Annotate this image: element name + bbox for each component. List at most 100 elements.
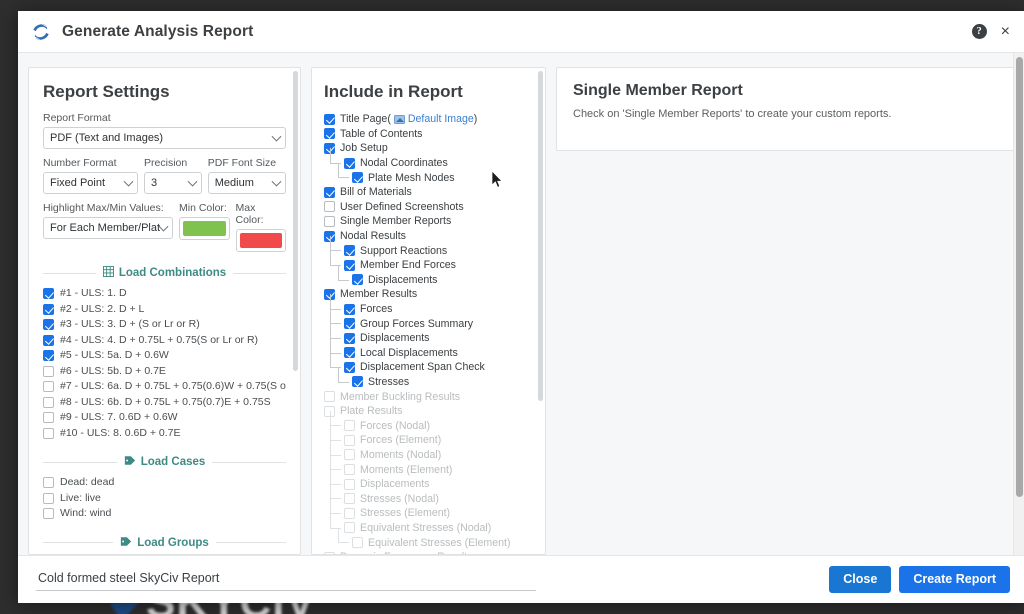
include-item-row[interactable]: User Defined Screenshots [324,200,533,215]
include-item-row[interactable]: Displacements [324,323,533,346]
include-item-row[interactable]: Displacements [324,265,533,288]
include-item-row[interactable]: Stresses [324,367,533,390]
include-item-checkbox[interactable] [344,347,355,359]
report-format-select[interactable]: PDF (Text and Images) [43,127,286,149]
tree-connector-icon [324,309,344,331]
scrollbar-thumb[interactable] [538,71,543,401]
default-image-link[interactable]: Default Image [408,113,474,125]
load-combination-checkbox[interactable] [43,303,54,315]
include-item-row[interactable]: Group Forces Summary [324,309,533,331]
dialog-header: Generate Analysis Report ? × [18,11,1024,53]
include-item-checkbox [344,493,355,505]
load-combination-label: #10 - ULS: 8. 0.6D + 0.7E [60,426,181,439]
load-combination-checkbox[interactable] [43,319,54,331]
divider [43,461,117,463]
report-settings-scrollbar[interactable] [293,71,298,551]
include-item-checkbox[interactable] [344,332,355,344]
include-item-checkbox[interactable] [324,215,335,227]
include-item-checkbox[interactable] [344,259,355,271]
highlight-select[interactable]: For Each Member/Plat [43,217,173,239]
include-item-row[interactable]: Member End Forces [324,250,533,273]
load-combinations-header: Load Combinations [43,266,286,280]
dialog-body-scrollbar-thumb[interactable] [1016,57,1023,497]
load-combination-checkbox[interactable] [43,334,54,346]
tree-connector-icon [324,338,344,361]
load-combination-checkbox[interactable] [43,427,54,439]
include-item-checkbox[interactable] [324,113,335,125]
include-in-report-scrollbar[interactable] [538,71,543,551]
paren-close: ) [473,113,478,126]
include-item-row[interactable]: Title Page ( Default Image ) [324,112,533,127]
include-item-checkbox[interactable] [344,157,355,169]
load-case-checkbox[interactable] [43,508,54,520]
load-combination-label: #5 - ULS: 5a. D + 0.6W [60,349,169,362]
load-combination-row[interactable]: #7 - ULS: 6a. D + 0.75L + 0.75(0.6)W + 0… [43,379,286,395]
include-item-checkbox[interactable] [324,186,335,198]
dialog-body-scrollbar[interactable] [1013,53,1024,555]
include-item-row[interactable]: Table of Contents [324,127,533,142]
load-case-row[interactable]: Wind: wind [43,506,286,522]
include-item-row[interactable]: Job Setup [324,141,533,156]
load-combination-checkbox[interactable] [43,381,54,393]
precision-select[interactable]: 3 [144,172,202,194]
load-combination-row[interactable]: #6 - ULS: 5b. D + 0.7E [43,364,286,380]
highlight-value: For Each Member/Plat [50,222,161,234]
include-item-checkbox[interactable] [344,318,355,330]
min-color-picker[interactable] [179,217,230,240]
include-item-checkbox[interactable] [352,376,363,388]
load-combination-checkbox[interactable] [43,365,54,377]
close-button[interactable]: × [1001,23,1010,40]
load-combination-row[interactable]: #3 - ULS: 3. D + (S or Lr or R) [43,317,286,333]
report-name-input[interactable] [36,568,536,591]
load-case-checkbox[interactable] [43,492,54,504]
include-item-row[interactable]: Single Member Reports [324,214,533,229]
include-item-label: Displacement Span Check [360,361,485,374]
load-combination-checkbox[interactable] [43,412,54,424]
include-item-row[interactable]: Member Results [324,287,533,302]
load-combination-checkbox[interactable] [43,288,54,300]
load-combination-row[interactable]: #8 - ULS: 6b. D + 0.75L + 0.75(0.7)E + 0… [43,395,286,411]
create-report-button[interactable]: Create Report [899,566,1010,593]
load-combination-row[interactable]: #5 - ULS: 5a. D + 0.6W [43,348,286,364]
include-item-checkbox[interactable] [324,201,335,213]
help-button[interactable]: ? [971,24,987,39]
load-case-label: Wind: wind [60,507,112,520]
scrollbar-thumb[interactable] [293,71,298,371]
include-item-checkbox[interactable] [344,361,355,373]
load-combination-row[interactable]: #9 - ULS: 7. 0.6D + 0.6W [43,410,286,426]
include-item-row[interactable]: Local Displacements [324,338,533,361]
max-color-picker[interactable] [235,229,286,252]
include-item-checkbox[interactable] [344,303,355,315]
include-item-row[interactable]: Nodal Results [324,229,533,244]
load-combination-row[interactable]: #4 - ULS: 4. D + 0.75L + 0.75(S or Lr or… [43,333,286,349]
include-item-checkbox [344,434,355,446]
load-combination-row[interactable]: #10 - ULS: 8. 0.6D + 0.7E [43,426,286,442]
include-item-checkbox [344,464,355,476]
load-case-row[interactable]: Live: live [43,491,286,507]
include-item-checkbox[interactable] [352,274,363,286]
load-case-checkbox[interactable] [43,477,54,489]
include-item-row[interactable]: Nodal Coordinates [324,148,533,171]
chevron-down-icon [271,176,282,187]
include-item-row[interactable]: Displacement Span Check [324,352,533,375]
close-dialog-button[interactable]: Close [829,566,892,593]
load-cases-title-wrap: Load Cases [124,455,205,469]
load-case-row[interactable]: Dead: dead [43,475,286,491]
include-item-checkbox[interactable] [352,172,363,184]
include-item-label: Member Buckling Results [340,390,461,403]
include-item-checkbox[interactable] [324,128,335,140]
load-case-label: Dead: dead [60,476,115,489]
load-combination-checkbox[interactable] [43,396,54,408]
load-combination-label: #2 - ULS: 2. D + L [60,302,145,315]
divider [212,461,286,463]
include-item-row[interactable]: Forces [324,294,533,317]
load-combination-checkbox[interactable] [43,350,54,362]
load-combination-row[interactable]: #1 - ULS: 1. D [43,286,286,302]
include-item-row[interactable]: Support Reactions [324,236,533,258]
number-format-label: Number Format [43,157,117,169]
pdf-font-size-select[interactable]: Medium [207,172,286,194]
include-item-checkbox[interactable] [344,245,355,257]
number-format-select[interactable]: Fixed Point [43,172,139,194]
load-combination-row[interactable]: #2 - ULS: 2. D + L [43,302,286,318]
report-format-label: Report Format [43,112,111,124]
